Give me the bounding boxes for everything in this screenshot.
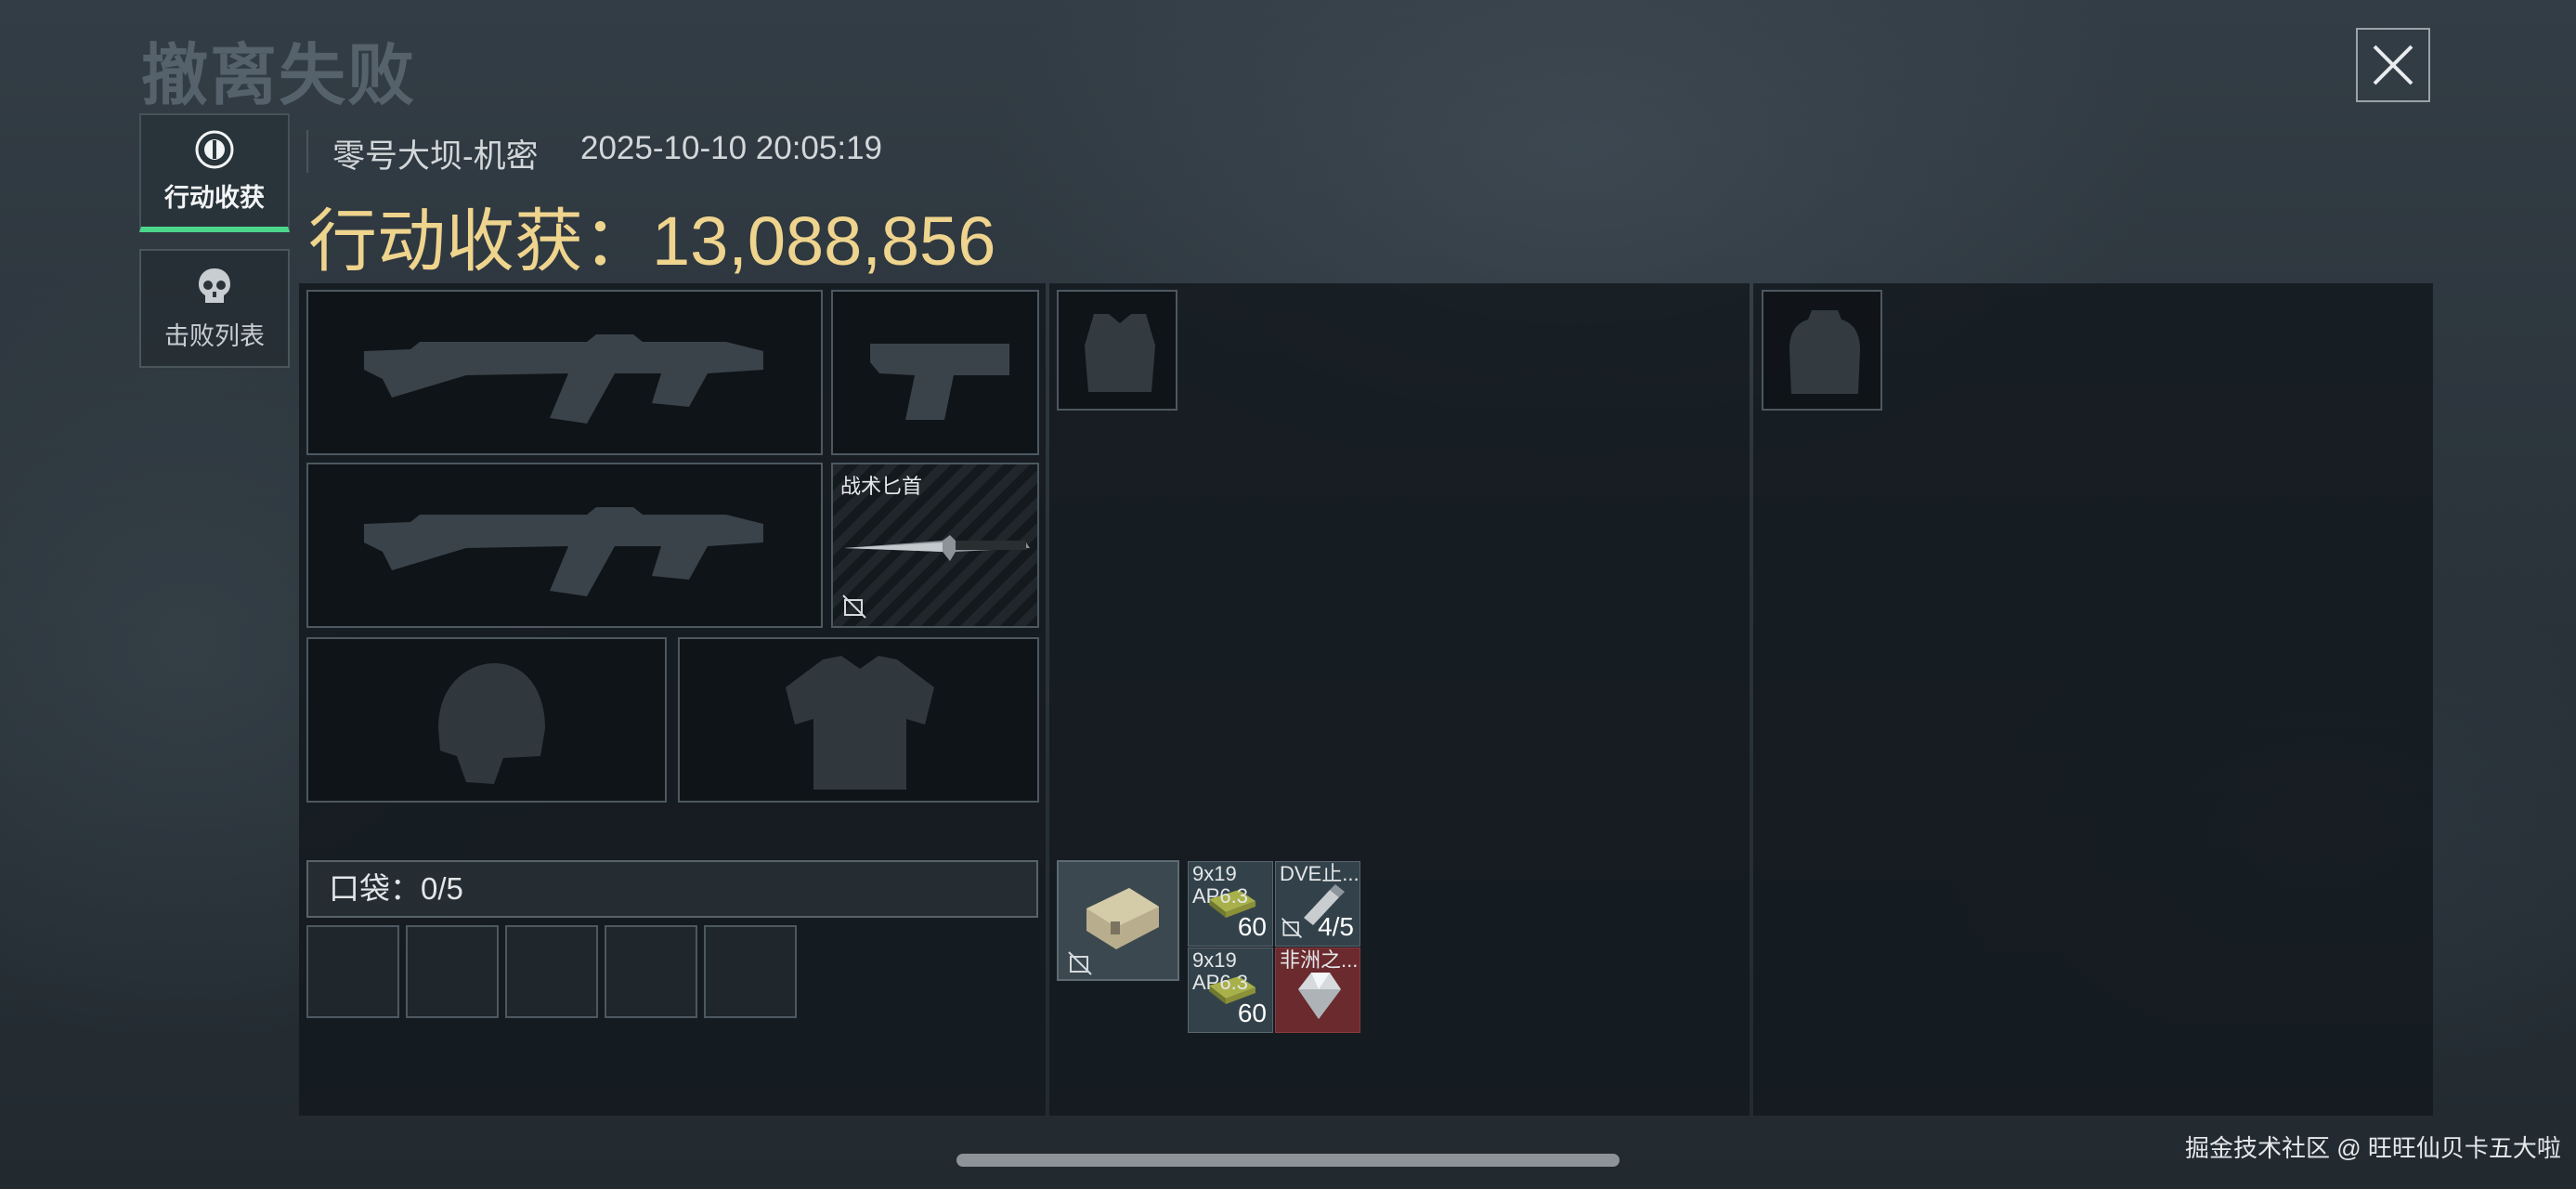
secondary-weapon-slot[interactable] bbox=[306, 463, 823, 628]
item-count: 4/5 bbox=[1318, 912, 1354, 941]
rifle-icon bbox=[364, 334, 763, 424]
case-icon bbox=[1086, 888, 1159, 949]
pocket-slot[interactable] bbox=[704, 925, 797, 1018]
helmet-icon bbox=[438, 663, 545, 784]
watermark: 掘金技术社区 @ 旺旺仙贝卡五大啦 bbox=[2185, 1134, 2561, 1162]
loot-value: 13,088,856 bbox=[652, 203, 996, 280]
item-name: DVE止... bbox=[1280, 862, 1360, 885]
knife-icon bbox=[844, 535, 1030, 561]
unbound-icon bbox=[1068, 951, 1092, 975]
item-count: 60 bbox=[1237, 912, 1267, 941]
unbound-icon bbox=[1281, 917, 1303, 939]
operation-icon bbox=[195, 130, 234, 168]
chest-rig-slot[interactable] bbox=[1057, 290, 1177, 411]
chest-rig-icon bbox=[1085, 314, 1155, 392]
item-name: 9x19 bbox=[1192, 862, 1237, 885]
item-africa-diamond[interactable]: 非洲之... bbox=[1275, 947, 1360, 1033]
item-ammo-9x19[interactable]: 9x19 AP6.3 60 bbox=[1188, 861, 1273, 947]
melee-label: 战术匕首 bbox=[840, 475, 923, 498]
armor-slot[interactable] bbox=[678, 637, 1039, 803]
skull-icon bbox=[199, 268, 230, 303]
tab-label: 击败列表 bbox=[164, 321, 265, 350]
helmet-slot[interactable] bbox=[306, 637, 667, 803]
item-ammo-9x19[interactable]: 9x19 AP6.3 60 bbox=[1188, 947, 1273, 1033]
tab-operation-loot[interactable]: 行动收获 bbox=[139, 113, 290, 232]
pistol-icon bbox=[870, 344, 1009, 420]
armor-icon bbox=[786, 656, 934, 790]
diamond-icon bbox=[1298, 973, 1341, 1019]
pocket-slot[interactable] bbox=[605, 925, 697, 1018]
page-title: 撤离失败 bbox=[141, 39, 417, 113]
match-datetime: 2025-10-10 20:05:19 bbox=[580, 130, 882, 166]
backpack-slot[interactable] bbox=[1762, 290, 1882, 411]
item-name: 非洲之... bbox=[1280, 948, 1359, 972]
tab-label: 行动收获 bbox=[164, 183, 265, 212]
pocket-slot[interactable] bbox=[406, 925, 499, 1018]
chest-rig-item[interactable] bbox=[1057, 860, 1179, 981]
close-button[interactable] bbox=[2356, 28, 2430, 102]
pistol-slot[interactable] bbox=[831, 290, 1039, 455]
item-count: 60 bbox=[1237, 999, 1267, 1027]
pocket-slot[interactable] bbox=[306, 925, 399, 1018]
backpack-icon bbox=[1789, 310, 1860, 394]
meta-divider bbox=[306, 130, 308, 173]
map-name: 零号大坝-机密 bbox=[332, 138, 539, 175]
rifle-icon bbox=[364, 507, 763, 596]
primary-weapon-slot[interactable] bbox=[306, 290, 823, 455]
pocket-header: 口袋：0/5 bbox=[306, 860, 1038, 918]
item-subname: AP6.3 bbox=[1192, 971, 1248, 994]
melee-slot[interactable]: 战术匕首 bbox=[831, 463, 1039, 628]
loot-label: 行动收获： bbox=[308, 203, 652, 280]
item-dve[interactable]: DVE止... 4/5 bbox=[1275, 861, 1360, 947]
tab-kill-list[interactable]: 击败列表 bbox=[139, 249, 290, 368]
home-indicator[interactable] bbox=[956, 1154, 1620, 1167]
item-name: 9x19 bbox=[1192, 948, 1237, 972]
close-icon bbox=[2373, 45, 2413, 85]
loot-value-line: 行动收获：13,088,856 bbox=[308, 186, 995, 285]
unbound-icon bbox=[842, 594, 866, 619]
pocket-slot[interactable] bbox=[505, 925, 598, 1018]
item-subname: AP6.3 bbox=[1192, 884, 1248, 908]
